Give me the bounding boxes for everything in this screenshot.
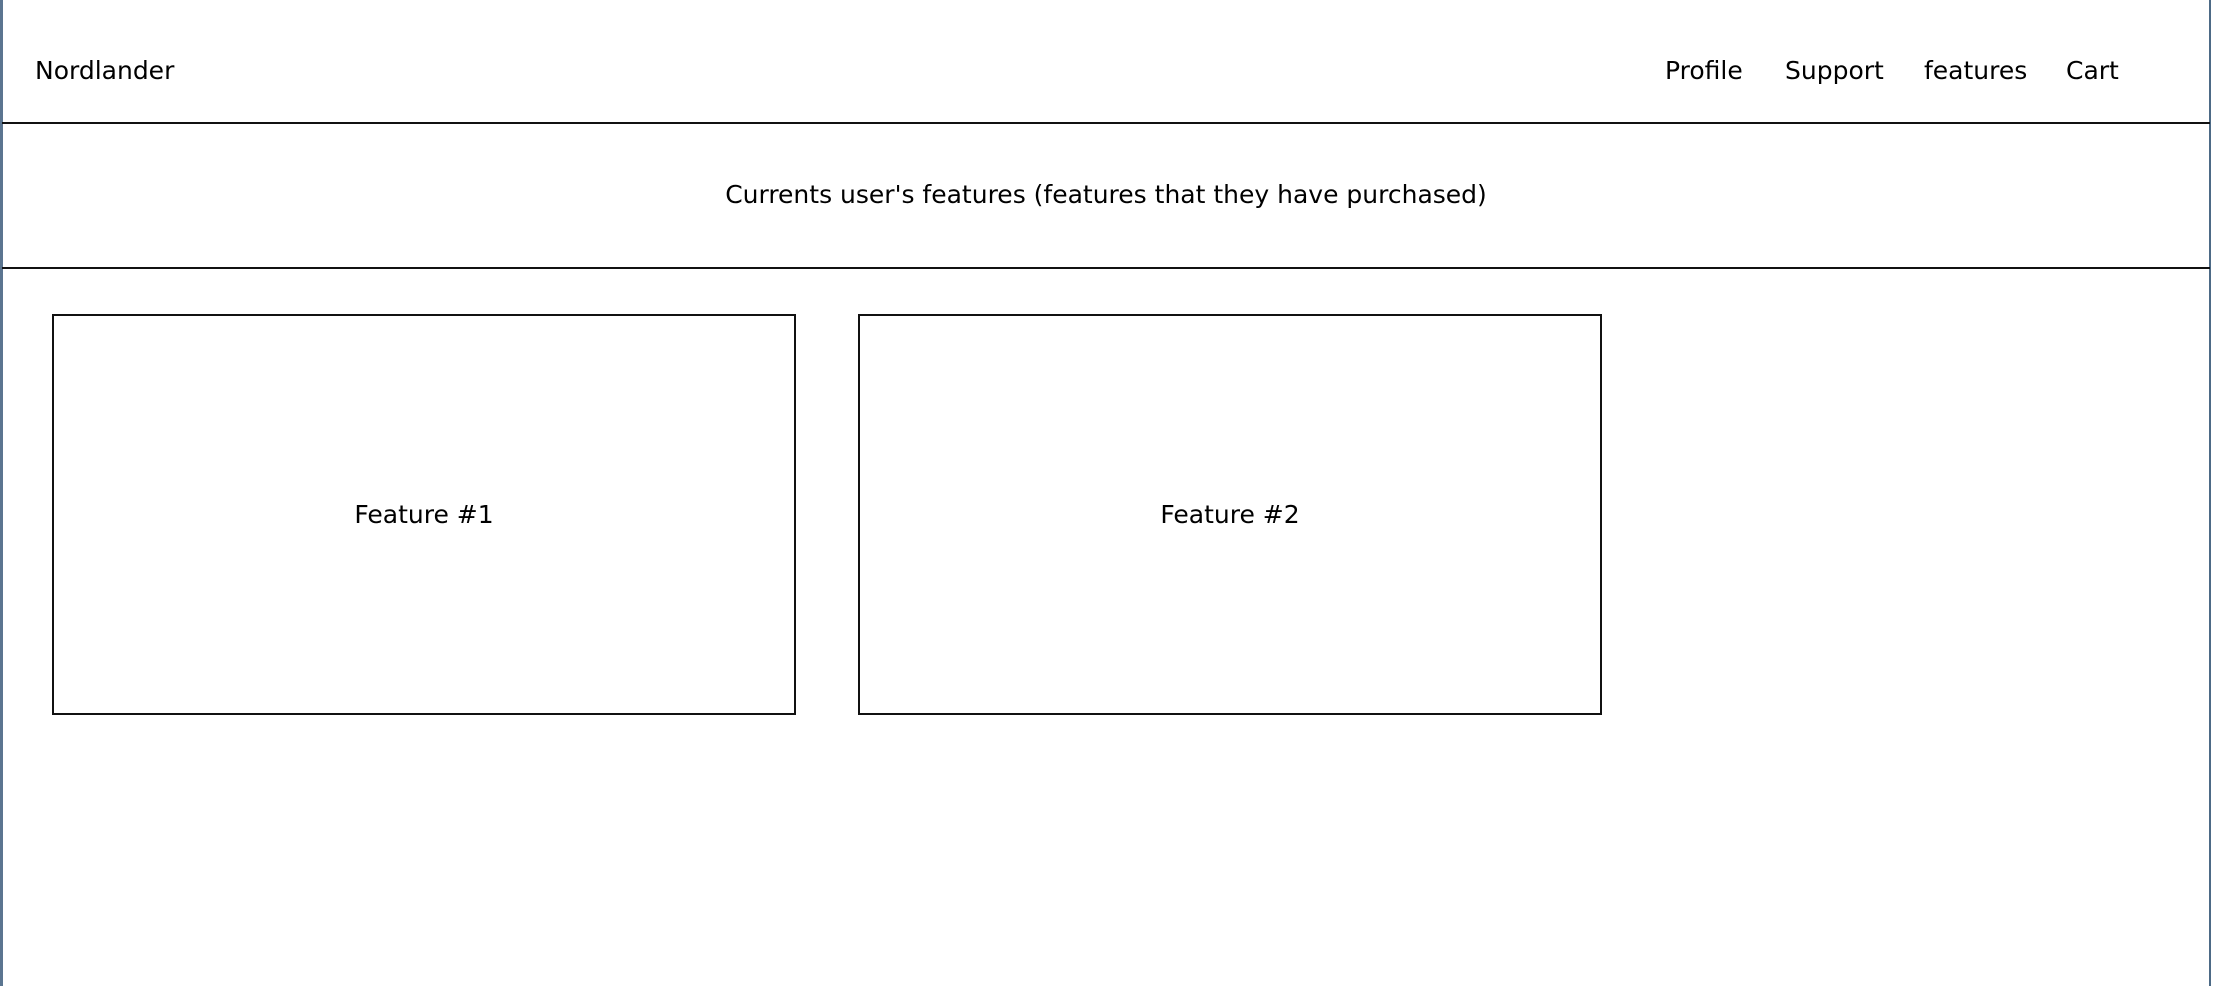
feature-card-label: Feature #2 xyxy=(1160,499,1300,529)
nav-link-cart[interactable]: Cart xyxy=(2066,55,2119,87)
nav-link-profile[interactable]: Profile xyxy=(1665,55,1743,87)
feature-card-2[interactable]: Feature #2 xyxy=(858,314,1602,715)
top-navigation-bar: Nordlander Profile Support features Cart xyxy=(2,0,2210,124)
feature-card-1[interactable]: Feature #1 xyxy=(52,314,796,715)
features-banner: Currents user's features (features that … xyxy=(2,124,2210,269)
nav-link-features[interactable]: features xyxy=(1924,55,2027,87)
brand-name: Nordlander xyxy=(35,56,175,85)
feature-card-label: Feature #1 xyxy=(354,499,494,529)
banner-heading: Currents user's features (features that … xyxy=(725,180,1487,209)
nav-link-support[interactable]: Support xyxy=(1785,55,1884,87)
